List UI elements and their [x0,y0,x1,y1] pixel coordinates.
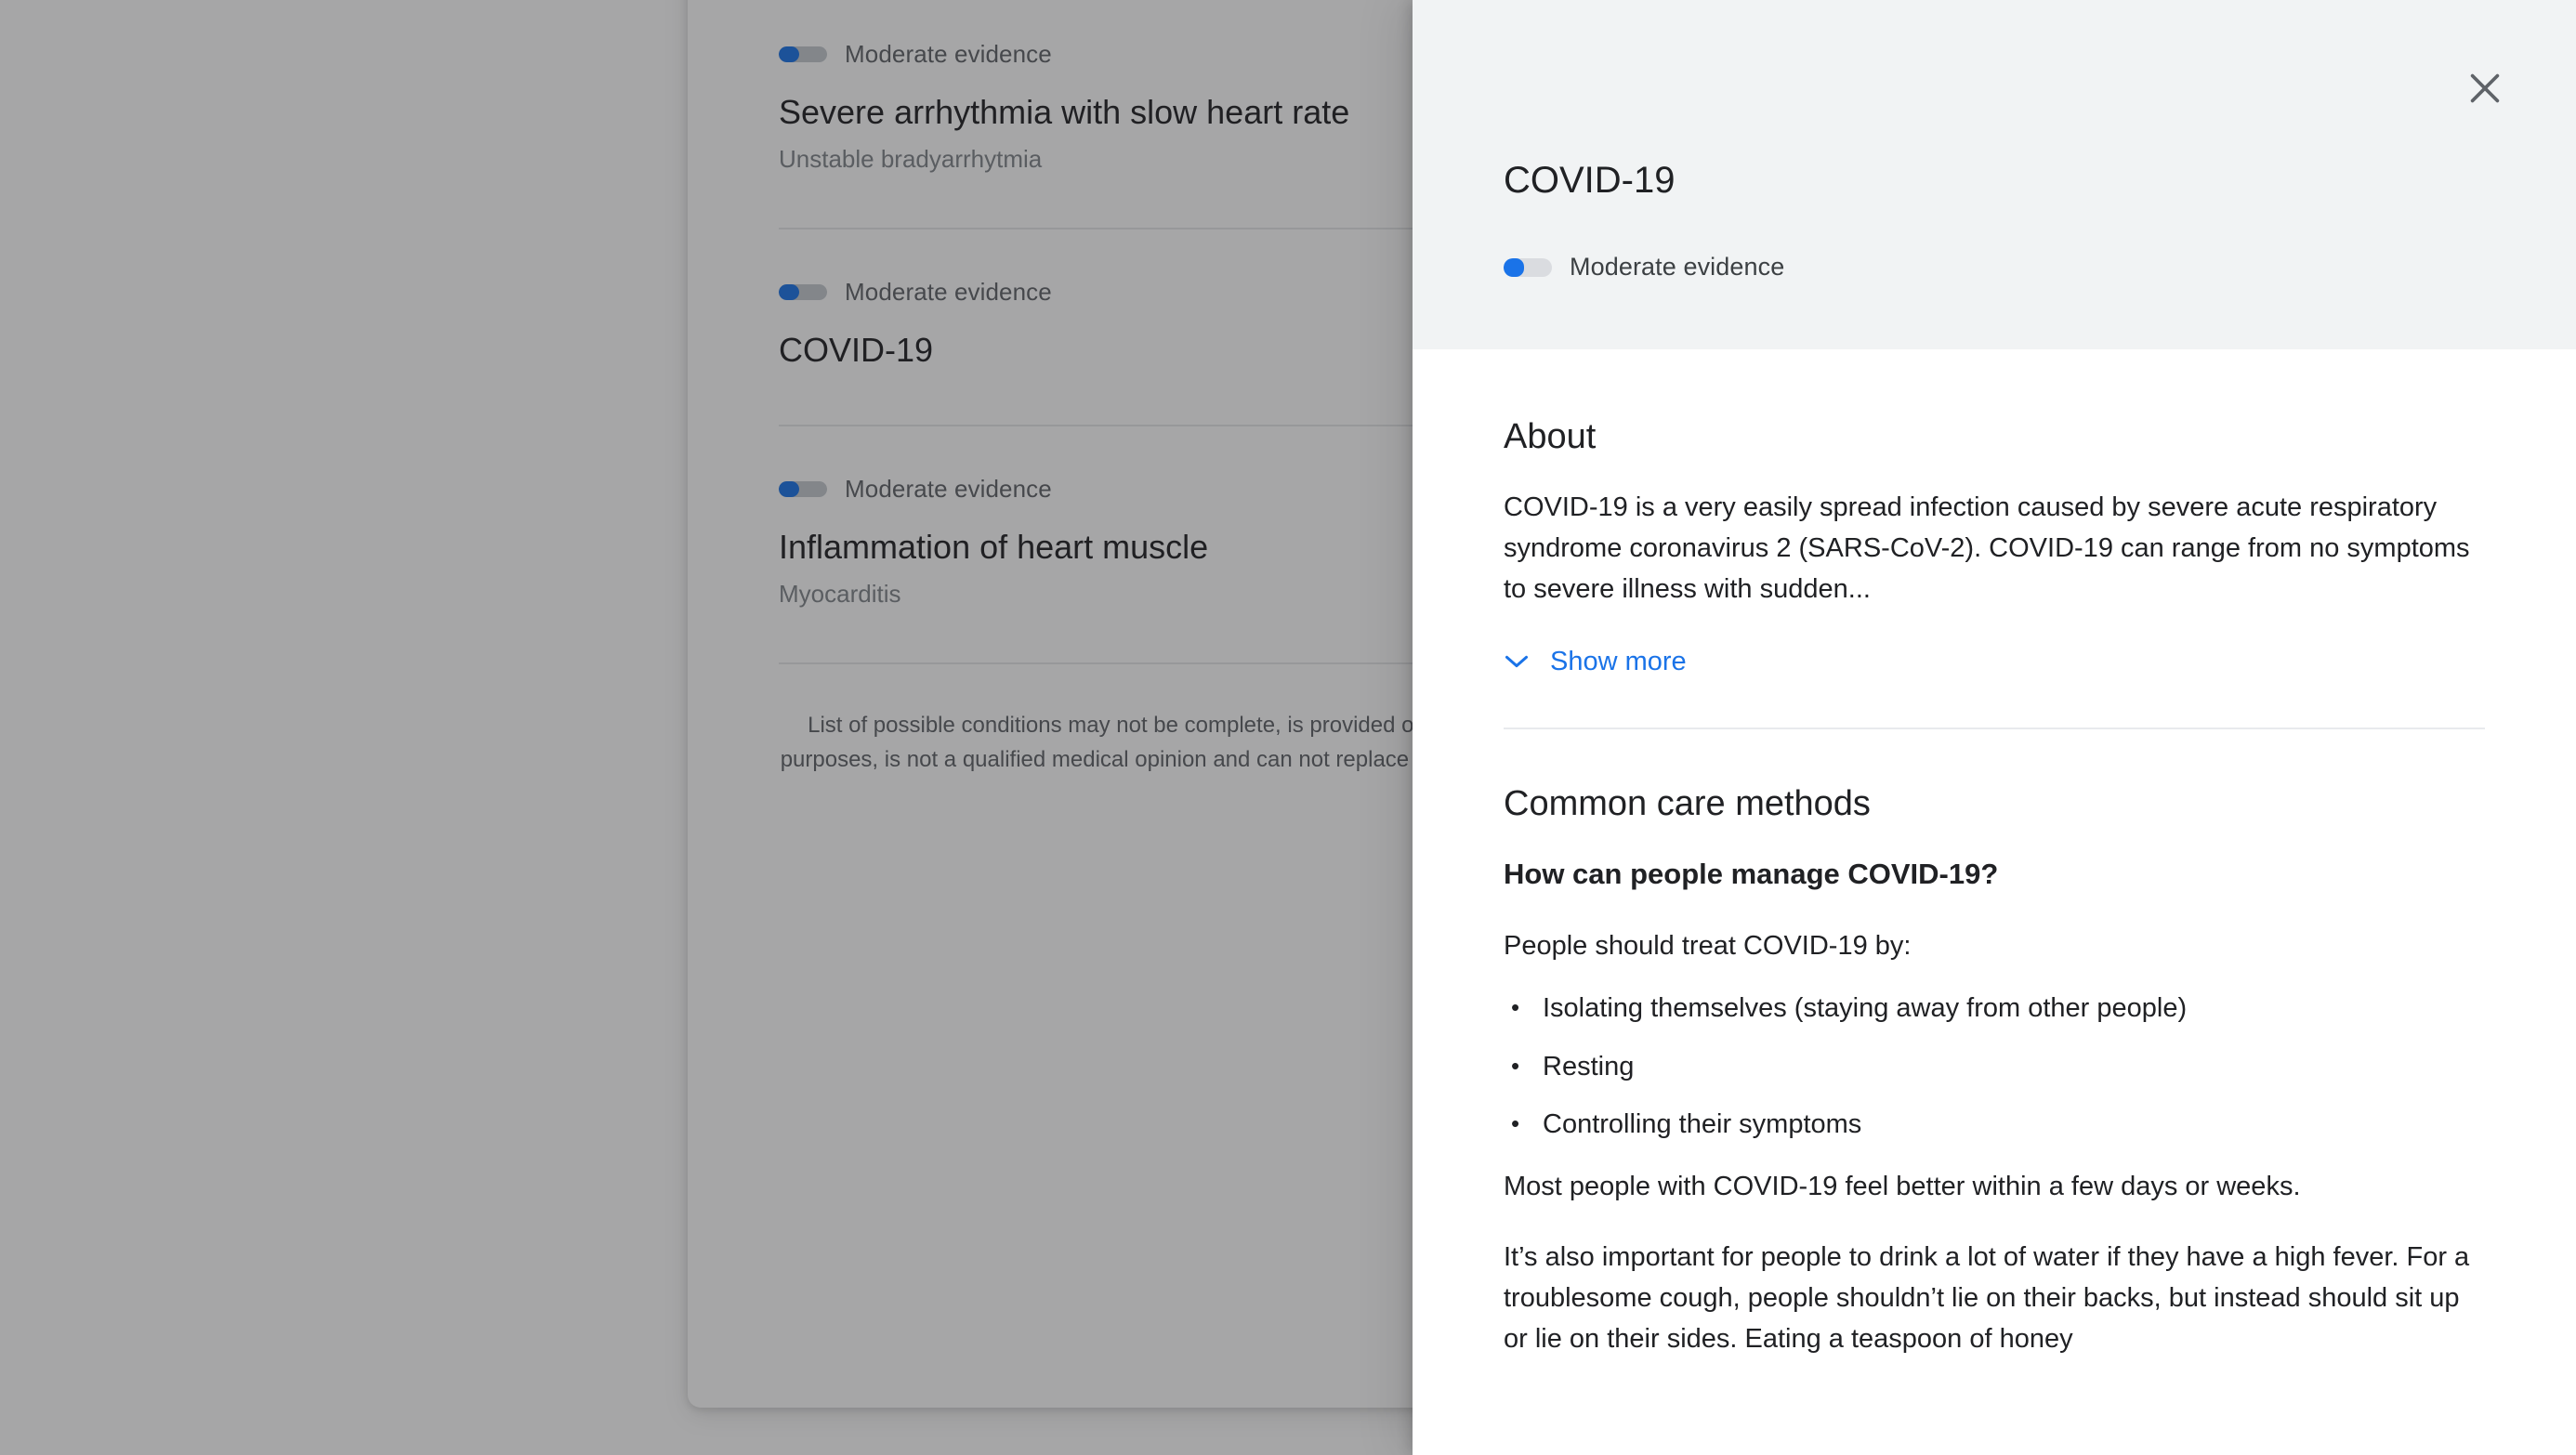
care-bullet-list: Isolating themselves (staying away from … [1504,989,2485,1146]
section-divider [1504,727,2485,729]
care-paragraph-1: Most people with COVID-19 feel better wi… [1504,1171,2301,1201]
evidence-bar-icon [779,284,827,301]
care-lead-text: People should treat COVID-19 by: [1504,931,1912,962]
list-item: Controlling their symptoms [1504,1105,2485,1146]
evidence-bar-icon [779,46,827,62]
evidence-label: Moderate evidence [845,278,1052,307]
care-question: How can people manage COVID-19? [1504,858,1999,891]
page-title: COVID-19 [1504,160,1676,201]
list-item: Resting [1504,1047,2485,1088]
care-methods-heading: Common care methods [1504,783,1871,823]
evidence-bar-icon [779,480,827,497]
evidence-label: Moderate evidence [845,39,1052,68]
panel-header: COVID-19 Moderate evidence [1413,0,2576,349]
close-icon[interactable] [2440,44,2530,133]
about-text: COVID-19 is a very easily spread infecti… [1504,492,2470,604]
chevron-down-icon [1504,653,1530,670]
condition-detail-panel: COVID-19 Moderate evidence About COVID-1… [1413,0,2576,1455]
panel-evidence-indicator: Moderate evidence [1504,253,1784,282]
list-item: Isolating themselves (staying away from … [1504,989,2485,1029]
panel-body: About COVID-19 is a very easily spread i… [1413,349,2576,1359]
evidence-bar-icon [1504,257,1552,277]
show-more-button[interactable]: Show more [1504,647,1687,677]
evidence-label: Moderate evidence [1570,253,1785,281]
show-more-label: Show more [1550,646,1687,676]
about-heading: About [1504,417,1597,456]
care-paragraph-2: It’s also important for people to drink … [1504,1241,2470,1355]
evidence-label: Moderate evidence [845,474,1052,503]
